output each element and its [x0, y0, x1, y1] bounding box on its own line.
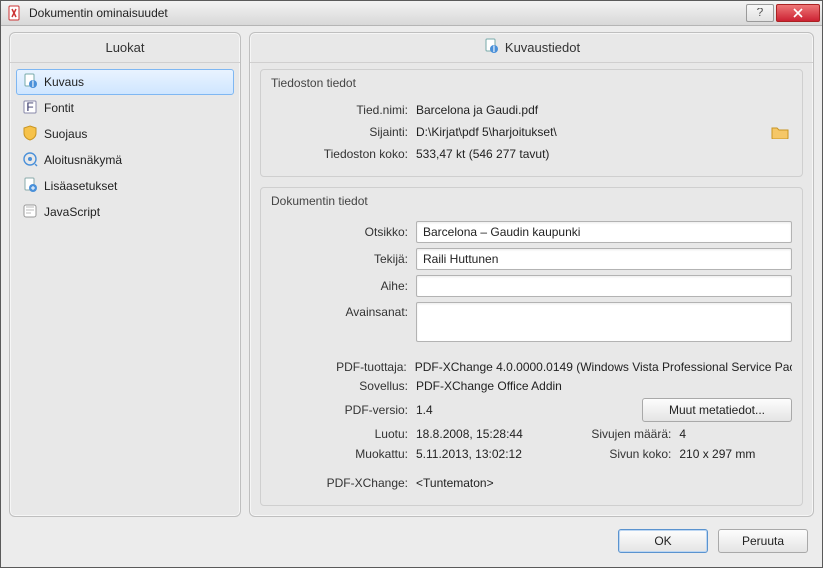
category-label: Fontit — [44, 101, 74, 115]
pagesize-value: 210 x 297 mm — [679, 447, 792, 461]
category-fontit[interactable]: F Fontit — [16, 95, 234, 121]
version-label: PDF-versio: — [271, 403, 416, 417]
meta-grid: Luotu: 18.8.2008, 15:28:44 Sivujen määrä… — [271, 427, 792, 461]
pdfx-row: PDF-XChange: <Tuntematon> — [271, 476, 792, 490]
cancel-button[interactable]: Peruuta — [718, 529, 808, 553]
modified-value: 5.11.2013, 13:02:12 — [416, 447, 559, 461]
pdfx-label: PDF-XChange: — [271, 476, 416, 490]
doc-title-row: Otsikko: — [271, 221, 792, 243]
pages-value: 4 — [679, 427, 792, 441]
doc-info-title: Dokumentin tiedot — [261, 188, 802, 210]
details-title: Kuvaustiedot — [505, 40, 580, 55]
doc-author-row: Tekijä: — [271, 248, 792, 270]
producer-label: PDF-tuottaja: — [271, 360, 415, 374]
close-button[interactable] — [776, 4, 820, 22]
file-location-row: Sijainti: D:\Kirjat\pdf 5\harjoitukset\ — [271, 122, 792, 142]
category-label: JavaScript — [44, 205, 100, 219]
window-title: Dokumentin ominaisuudet — [29, 6, 744, 20]
doc-title-input[interactable] — [416, 221, 792, 243]
app-value: PDF-XChange Office Addin — [416, 379, 562, 393]
page-info-icon: i — [483, 38, 499, 57]
producer-row: PDF-tuottaja: PDF-XChange 4.0.0000.0149 … — [271, 360, 792, 374]
app-label: Sovellus: — [271, 379, 416, 393]
top-panes: Luokat i Kuvaus F Fontit — [9, 32, 814, 517]
category-label: Aloitusnäkymä — [44, 153, 122, 167]
file-size-value: 533,47 kt (546 277 tavut) — [416, 147, 549, 161]
category-lisaasetukset[interactable]: Lisäasetukset — [16, 173, 234, 199]
category-aloitusnakyma[interactable]: Aloitusnäkymä — [16, 147, 234, 173]
dialog-footer: OK Peruuta — [9, 523, 814, 559]
file-location-label: Sijainti: — [271, 125, 416, 139]
file-size-row: Tiedoston koko: 533,47 kt (546 277 tavut… — [271, 147, 792, 161]
file-name-label: Tied.nimi: — [271, 103, 416, 117]
doc-keywords-input[interactable] — [416, 302, 792, 342]
category-kuvaus[interactable]: i Kuvaus — [16, 69, 234, 95]
open-folder-button[interactable] — [768, 122, 792, 142]
doc-author-input[interactable] — [416, 248, 792, 270]
doc-subject-row: Aihe: — [271, 275, 792, 297]
view-icon — [22, 151, 38, 170]
version-row: PDF-versio: 1.4 Muut metatiedot... — [271, 398, 792, 422]
created-label: Luotu: — [271, 427, 416, 441]
file-location-value: D:\Kirjat\pdf 5\harjoitukset\ — [416, 125, 557, 139]
client-area: Luokat i Kuvaus F Fontit — [1, 26, 822, 567]
more-metadata-button[interactable]: Muut metatiedot... — [642, 398, 792, 422]
script-icon — [22, 203, 38, 222]
details-body: Tiedoston tiedot Tied.nimi: Barcelona ja… — [250, 63, 813, 516]
ok-button[interactable]: OK — [618, 529, 708, 553]
category-label: Lisäasetukset — [44, 179, 117, 193]
category-suojaus[interactable]: Suojaus — [16, 121, 234, 147]
pagesize-label: Sivun koko: — [559, 447, 679, 461]
doc-title-label: Otsikko: — [271, 225, 416, 239]
category-label: Kuvaus — [44, 75, 84, 89]
doc-keywords-row: Avainsanat: — [271, 302, 792, 342]
svg-text:F: F — [26, 100, 33, 114]
doc-subject-input[interactable] — [416, 275, 792, 297]
categories-pane: Luokat i Kuvaus F Fontit — [9, 32, 241, 517]
pdfx-value: <Tuntematon> — [416, 476, 494, 490]
doc-author-label: Tekijä: — [271, 252, 416, 266]
details-pane: i Kuvaustiedot Tiedoston tiedot Tied.nim… — [249, 32, 814, 517]
doc-subject-label: Aihe: — [271, 279, 416, 293]
folder-icon — [771, 125, 789, 139]
svg-text:?: ? — [757, 8, 764, 18]
file-info-group: Tiedoston tiedot Tied.nimi: Barcelona ja… — [260, 69, 803, 177]
app-row: Sovellus: PDF-XChange Office Addin — [271, 379, 792, 393]
doc-keywords-label: Avainsanat: — [271, 302, 416, 319]
file-size-label: Tiedoston koko: — [271, 147, 416, 161]
window: Dokumentin ominaisuudet ? Luokat i Kuva — [0, 0, 823, 568]
version-value: 1.4 — [416, 403, 433, 417]
details-header: i Kuvaustiedot — [250, 33, 813, 63]
file-info-title: Tiedoston tiedot — [261, 70, 802, 92]
created-value: 18.8.2008, 15:28:44 — [416, 427, 559, 441]
category-javascript[interactable]: JavaScript — [16, 199, 234, 225]
categories-list: i Kuvaus F Fontit Suojau — [10, 63, 240, 231]
modified-label: Muokattu: — [271, 447, 416, 461]
pages-label: Sivujen määrä: — [559, 427, 679, 441]
doc-info-group: Dokumentin tiedot Otsikko: Tekijä: — [260, 187, 803, 506]
file-name-row: Tied.nimi: Barcelona ja Gaudi.pdf — [271, 103, 792, 117]
categories-title: Luokat — [105, 40, 144, 55]
shield-icon — [22, 125, 38, 144]
page-info-icon: i — [22, 73, 38, 92]
titlebar: Dokumentin ominaisuudet ? — [1, 1, 822, 26]
categories-header: Luokat — [10, 33, 240, 63]
svg-text:i: i — [493, 41, 496, 54]
file-name-value: Barcelona ja Gaudi.pdf — [416, 103, 538, 117]
producer-value: PDF-XChange 4.0.0000.0149 (Windows Vista… — [415, 360, 792, 374]
app-icon — [7, 5, 23, 21]
category-label: Suojaus — [44, 127, 87, 141]
help-button[interactable]: ? — [746, 4, 774, 22]
font-icon: F — [22, 99, 38, 118]
settings-icon — [22, 177, 38, 196]
svg-text:i: i — [32, 76, 35, 89]
